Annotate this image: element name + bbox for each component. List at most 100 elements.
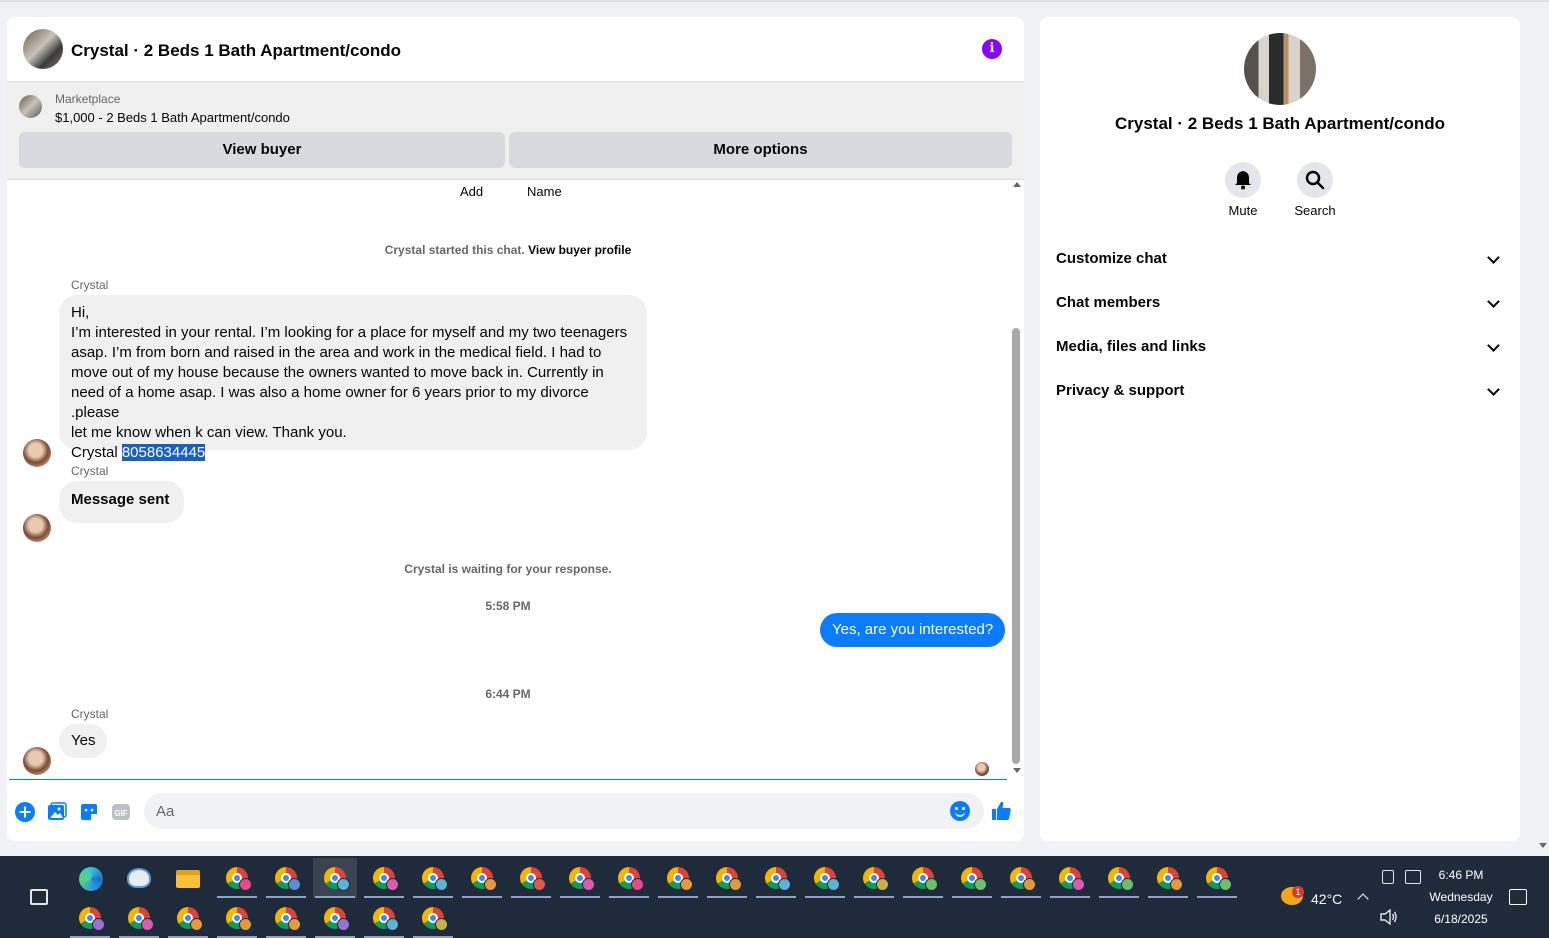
view-buyer-button[interactable]: View buyer: [19, 132, 505, 168]
volume-icon[interactable]: [1380, 909, 1398, 925]
customize-chat-row[interactable]: Customize chat: [1056, 239, 1504, 279]
chrome-window-icon[interactable]: [362, 858, 406, 898]
thumbs-up-icon[interactable]: [990, 799, 1014, 823]
active-indicator: [1099, 896, 1139, 898]
clock-day[interactable]: Wednesday: [1424, 890, 1498, 904]
clock-date[interactable]: 6/18/2025: [1430, 912, 1492, 926]
chrome-window-icon[interactable]: [1048, 858, 1092, 898]
notification-center-icon[interactable]: [1509, 889, 1527, 905]
sender-avatar[interactable]: [23, 747, 51, 775]
section-label: Customize chat: [1056, 250, 1167, 267]
info-icon[interactable]: i: [982, 39, 1002, 59]
scroll-thumb[interactable]: [1012, 328, 1020, 764]
chrome-window-icon[interactable]: [901, 858, 945, 898]
temperature[interactable]: 42°C: [1311, 891, 1342, 907]
gif-icon[interactable]: GIF: [111, 802, 131, 822]
view-buyer-profile-link[interactable]: View buyer profile: [528, 243, 631, 257]
chrome-window-icon[interactable]: [411, 858, 455, 898]
bell-icon: [1235, 171, 1251, 190]
chrome-window-icon[interactable]: [656, 858, 700, 898]
chrome-window-icon[interactable]: [999, 858, 1043, 898]
chrome-window-icon[interactable]: [313, 858, 357, 898]
chrome-window-icon[interactable]: [754, 858, 798, 898]
waiting-notice: Crystal is waiting for your response.: [404, 562, 612, 576]
emoji-icon[interactable]: [950, 801, 970, 821]
profile-avatar[interactable]: [1244, 33, 1316, 105]
message-input-container[interactable]: [144, 793, 984, 829]
chrome-window-icon[interactable]: [264, 898, 308, 938]
message-list: Add Name Crystal started this chat. View…: [7, 180, 1009, 780]
incoming-message[interactable]: Yes: [59, 724, 108, 758]
active-indicator: [462, 896, 502, 898]
chrome-window-icon[interactable]: [950, 858, 994, 898]
chrome-window-icon[interactable]: [362, 898, 406, 938]
clock-time[interactable]: 6:46 PM: [1430, 868, 1492, 882]
chrome-window-icon[interactable]: [558, 858, 602, 898]
active-indicator: [903, 896, 943, 898]
message-line: asap. I’m from born and raised in the ar…: [71, 344, 602, 361]
message-input[interactable]: [156, 793, 936, 829]
chrome-window-icon[interactable]: [313, 898, 357, 938]
chat-title[interactable]: Crystal · 2 Beds 1 Bath Apartment/condo: [71, 41, 401, 61]
sender-avatar[interactable]: [23, 514, 51, 542]
chrome-window-icon[interactable]: [264, 858, 308, 898]
profile-badge-icon: [484, 878, 497, 891]
more-options-button[interactable]: More options: [509, 132, 1012, 168]
photo-icon[interactable]: [47, 802, 67, 822]
meet-now-icon[interactable]: [1382, 870, 1394, 884]
file-explorer-icon[interactable]: [166, 858, 210, 898]
name-label[interactable]: Name: [527, 184, 562, 199]
incoming-message[interactable]: Hi, I’m interested in your rental. I’m l…: [59, 295, 647, 461]
chrome-window-icon[interactable]: [803, 858, 847, 898]
scroll-down-arrow[interactable]: [1013, 768, 1021, 773]
message-scrollbar[interactable]: [1010, 180, 1022, 780]
profile-badge-icon: [288, 878, 301, 891]
chrome-window-icon[interactable]: [411, 898, 455, 938]
paint-app-icon[interactable]: [117, 858, 161, 898]
scroll-up-arrow[interactable]: [1013, 182, 1021, 187]
marketplace-label: Marketplace: [55, 92, 121, 106]
network-icon[interactable]: [1405, 870, 1421, 884]
chat-panel: Crystal · 2 Beds 1 Bath Apartment/condo …: [7, 17, 1024, 841]
page-scroll-down-arrow[interactable]: [1539, 843, 1547, 848]
chrome-window-icon[interactable]: [607, 858, 651, 898]
chrome-window-icon[interactable]: [215, 858, 259, 898]
listing-summary[interactable]: $1,000 - 2 Beds 1 Bath Apartment/condo: [55, 110, 290, 125]
chrome-window-icon[interactable]: [1146, 858, 1190, 898]
incoming-message[interactable]: Message sent: [59, 481, 185, 523]
chrome-window-icon[interactable]: [68, 898, 112, 938]
chrome-window-icon[interactable]: [1195, 858, 1239, 898]
mute-label: Mute: [1228, 203, 1258, 218]
chrome-window-icon[interactable]: [509, 858, 553, 898]
active-indicator: [707, 896, 747, 898]
section-label: Chat members: [1056, 294, 1161, 311]
chrome-window-icon[interactable]: [166, 898, 210, 938]
phone-number[interactable]: 8058634445: [121, 444, 206, 461]
chrome-window-icon[interactable]: [852, 858, 896, 898]
chrome-window-icon[interactable]: [117, 898, 161, 938]
privacy-support-row[interactable]: Privacy & support: [1056, 371, 1504, 411]
mute-button[interactable]: [1225, 162, 1261, 198]
details-panel: Crystal · 2 Beds 1 Bath Apartment/condo …: [1040, 17, 1520, 841]
chrome-window-icon[interactable]: [215, 898, 259, 938]
active-indicator: [609, 896, 649, 898]
plus-icon[interactable]: [15, 802, 35, 822]
outgoing-message[interactable]: Yes, are you interested?: [820, 613, 1006, 647]
listing-thumbnail[interactable]: [19, 95, 42, 118]
active-indicator: [756, 896, 796, 898]
task-view-icon[interactable]: [30, 889, 48, 905]
profile-badge-icon: [974, 878, 987, 891]
add-label[interactable]: Add: [460, 184, 483, 199]
sender-avatar[interactable]: [23, 439, 51, 467]
search-button[interactable]: [1297, 162, 1333, 198]
active-indicator: [1197, 896, 1237, 898]
chrome-window-icon[interactable]: [705, 858, 749, 898]
chat-members-row[interactable]: Chat members: [1056, 283, 1504, 323]
profile-badge-icon: [337, 878, 350, 891]
chat-avatar[interactable]: [23, 29, 63, 69]
media-files-links-row[interactable]: Media, files and links: [1056, 327, 1504, 367]
chrome-window-icon[interactable]: [460, 858, 504, 898]
chrome-window-icon[interactable]: [1097, 858, 1141, 898]
edge-app-icon[interactable]: [68, 858, 112, 898]
sticker-icon[interactable]: [79, 802, 99, 822]
